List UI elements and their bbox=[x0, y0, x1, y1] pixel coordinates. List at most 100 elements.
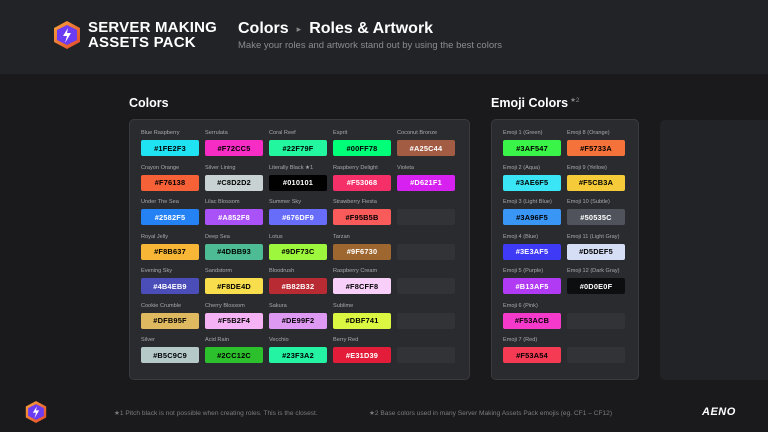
color-swatch: Silver #B5C9C9 bbox=[141, 336, 199, 368]
empty-swatch bbox=[567, 347, 625, 363]
color-swatch: Berry Red #E31D39 bbox=[333, 336, 391, 368]
swatch-name: Berry Red bbox=[333, 337, 359, 343]
hex-code-chip[interactable]: #E31D39 bbox=[333, 347, 391, 363]
color-swatch: Summer Sky #676DF9 bbox=[269, 198, 327, 230]
color-swatch: Acid Rain #2CC12C bbox=[205, 336, 263, 368]
hex-code-chip[interactable]: #F95B5B bbox=[333, 209, 391, 225]
swatch-name: Silver Lining bbox=[205, 164, 236, 171]
hex-code-chip[interactable]: #22F79F bbox=[269, 140, 327, 156]
hex-code-chip[interactable]: #3A96F5 bbox=[503, 209, 561, 225]
color-swatch: Emoji 12 (Dark Gray) #0D0E0F bbox=[567, 267, 625, 299]
hex-code-chip[interactable]: #F53A54 bbox=[503, 347, 561, 363]
hex-code-chip[interactable]: #DFB95F bbox=[141, 312, 199, 329]
swatch-name: Emoji 8 (Orange) bbox=[567, 130, 610, 136]
swatch-name: Emoji 5 (Purple) bbox=[503, 268, 544, 274]
hex-code-chip[interactable]: #3E3AF5 bbox=[503, 243, 561, 260]
hex-code-chip[interactable]: #010101 bbox=[269, 174, 327, 191]
hex-code-chip[interactable]: #4DBB93 bbox=[205, 243, 263, 260]
hex-code-chip[interactable]: #F8B637 bbox=[141, 243, 199, 260]
color-swatch: Sublime #DBF741 bbox=[333, 302, 391, 334]
hex-code-chip[interactable]: #50535C bbox=[567, 209, 625, 225]
color-swatch: Under The Sea #2582F5 bbox=[141, 198, 199, 230]
color-swatch: Cookie Crumble #DFB95F bbox=[141, 302, 199, 334]
color-swatch: Esprit #00FF78 bbox=[333, 129, 391, 161]
hex-code-chip[interactable]: #F53ACB bbox=[503, 312, 561, 329]
swatch-name: Acid Rain bbox=[205, 337, 229, 343]
hex-code-chip[interactable]: #4B4EB9 bbox=[141, 278, 199, 294]
empty-swatch bbox=[397, 278, 455, 294]
swatch-name: Serrulata bbox=[205, 130, 228, 136]
color-swatch: Emoji 8 (Orange) #F5733A bbox=[567, 129, 625, 161]
hex-code-chip[interactable]: #D5DEF5 bbox=[567, 243, 625, 260]
color-swatch: Cherry Blossom #F5B2F4 bbox=[205, 302, 263, 334]
swatch-name: Royal Jelly bbox=[141, 233, 169, 240]
hex-code-chip[interactable]: #3AF547 bbox=[503, 140, 561, 156]
hex-code-chip[interactable]: #3AE6F5 bbox=[503, 174, 561, 191]
swatch-name: Bloodrush bbox=[269, 268, 295, 274]
hex-code-chip[interactable]: #B5C9C9 bbox=[141, 347, 199, 363]
hex-code-chip[interactable]: #F5CB3A bbox=[567, 174, 625, 191]
swatch-name: Esprit bbox=[333, 130, 348, 136]
swatch-name: Raspberry Cream bbox=[333, 268, 378, 274]
hex-code-chip[interactable]: #D621F1 bbox=[397, 174, 455, 191]
brand-title: SERVER MAKING ASSETS PACK bbox=[88, 19, 218, 51]
color-swatch: Emoji 10 (Subtle) #50535C bbox=[567, 198, 625, 230]
breadcrumb-separator-icon: ▸ bbox=[296, 23, 302, 34]
color-swatch: Emoji 3 (Light Blue) #3A96F5 bbox=[503, 198, 561, 230]
swatch-name: Emoji 6 (Pink) bbox=[503, 302, 538, 309]
color-swatch: Coral Reef #22F79F bbox=[269, 129, 327, 161]
hex-code-chip[interactable]: #B13AF5 bbox=[503, 278, 561, 294]
swatch-name: Deep Sea bbox=[205, 233, 230, 240]
empty-swatch bbox=[397, 243, 455, 260]
empty-swatch bbox=[397, 209, 455, 225]
swatch-name: Coral Reef bbox=[269, 130, 296, 136]
color-swatch: Emoji 7 (Red) #F53A54 bbox=[503, 336, 561, 368]
hex-code-chip[interactable]: #1FE2F3 bbox=[141, 140, 199, 156]
hex-code-chip[interactable]: #9DF73C bbox=[269, 243, 327, 260]
colors-section-title: Colors bbox=[129, 96, 169, 110]
color-swatch: Lilac Blossom #A852F8 bbox=[205, 198, 263, 230]
hex-code-chip[interactable]: #00FF78 bbox=[333, 140, 391, 156]
breadcrumb-section[interactable]: Colors bbox=[238, 20, 289, 38]
swatch-name: Coconut Bronze bbox=[397, 130, 438, 136]
swatch-name: Tarzan bbox=[333, 233, 350, 240]
hex-code-chip[interactable]: #A25C44 bbox=[397, 140, 455, 156]
swatch-name: Evening Sky bbox=[141, 268, 173, 274]
swatch-name: Emoji 10 (Subtle) bbox=[567, 199, 610, 205]
color-swatch: Emoji 6 (Pink) #F53ACB bbox=[503, 302, 561, 334]
hex-code-chip[interactable]: #F76138 bbox=[141, 174, 199, 191]
hex-code-chip[interactable]: #0D0E0F bbox=[567, 278, 625, 294]
hex-code-chip[interactable]: #F8DE4D bbox=[205, 278, 263, 294]
swatch-name: Violeta bbox=[397, 164, 415, 171]
color-swatch: Emoji 1 (Green) #3AF547 bbox=[503, 129, 561, 161]
hex-code-chip[interactable]: #676DF9 bbox=[269, 209, 327, 225]
hex-code-chip[interactable]: #F5733A bbox=[567, 140, 625, 156]
hex-code-chip[interactable]: #A852F8 bbox=[205, 209, 263, 225]
color-swatch: Emoji 2 (Aqua) #3AE6F5 bbox=[503, 164, 561, 196]
hex-code-chip[interactable]: #2CC12C bbox=[205, 347, 263, 363]
colors-panel: Blue Raspberry #1FE2F3 Serrulata #F72CC5 Cor… bbox=[129, 119, 470, 380]
hex-code-chip[interactable]: #C8D2D2 bbox=[205, 174, 263, 191]
hex-code-chip[interactable]: #23F3A2 bbox=[269, 347, 327, 363]
hex-code-chip[interactable]: #B82B32 bbox=[269, 278, 327, 294]
hex-code-chip[interactable]: #F8CFF8 bbox=[333, 278, 391, 294]
color-swatch: Raspberry Cream #F8CFF8 bbox=[333, 267, 391, 299]
swatch-name: Under The Sea bbox=[141, 199, 179, 205]
color-swatch: Evening Sky #4B4EB9 bbox=[141, 267, 199, 299]
breadcrumb-page: Roles & Artwork bbox=[309, 20, 434, 37]
hex-code-chip[interactable]: #DBF741 bbox=[333, 312, 391, 329]
swatch-name: Cookie Crumble bbox=[141, 302, 182, 309]
hex-code-chip[interactable]: #DE99F2 bbox=[269, 312, 327, 329]
hex-code-chip[interactable]: #F5B2F4 bbox=[205, 312, 263, 329]
color-swatch: Coconut Bronze #A25C44 bbox=[397, 129, 455, 161]
hex-code-chip[interactable]: #F72CC5 bbox=[205, 140, 263, 156]
hex-code-chip[interactable]: #9F6730 bbox=[333, 243, 391, 260]
footnote-1: ★1 Pitch black is not possible when crea… bbox=[114, 410, 318, 417]
hex-code-chip[interactable]: #F53068 bbox=[333, 174, 391, 191]
color-swatch: Silver Lining #C8D2D2 bbox=[205, 164, 263, 196]
color-swatch: Serrulata #F72CC5 bbox=[205, 129, 263, 161]
empty-swatch bbox=[397, 312, 455, 329]
hex-code-chip[interactable]: #2582F5 bbox=[141, 209, 199, 225]
empty-swatch-slot bbox=[397, 336, 455, 368]
color-swatch: Vecchio #23F3A2 bbox=[269, 336, 327, 368]
